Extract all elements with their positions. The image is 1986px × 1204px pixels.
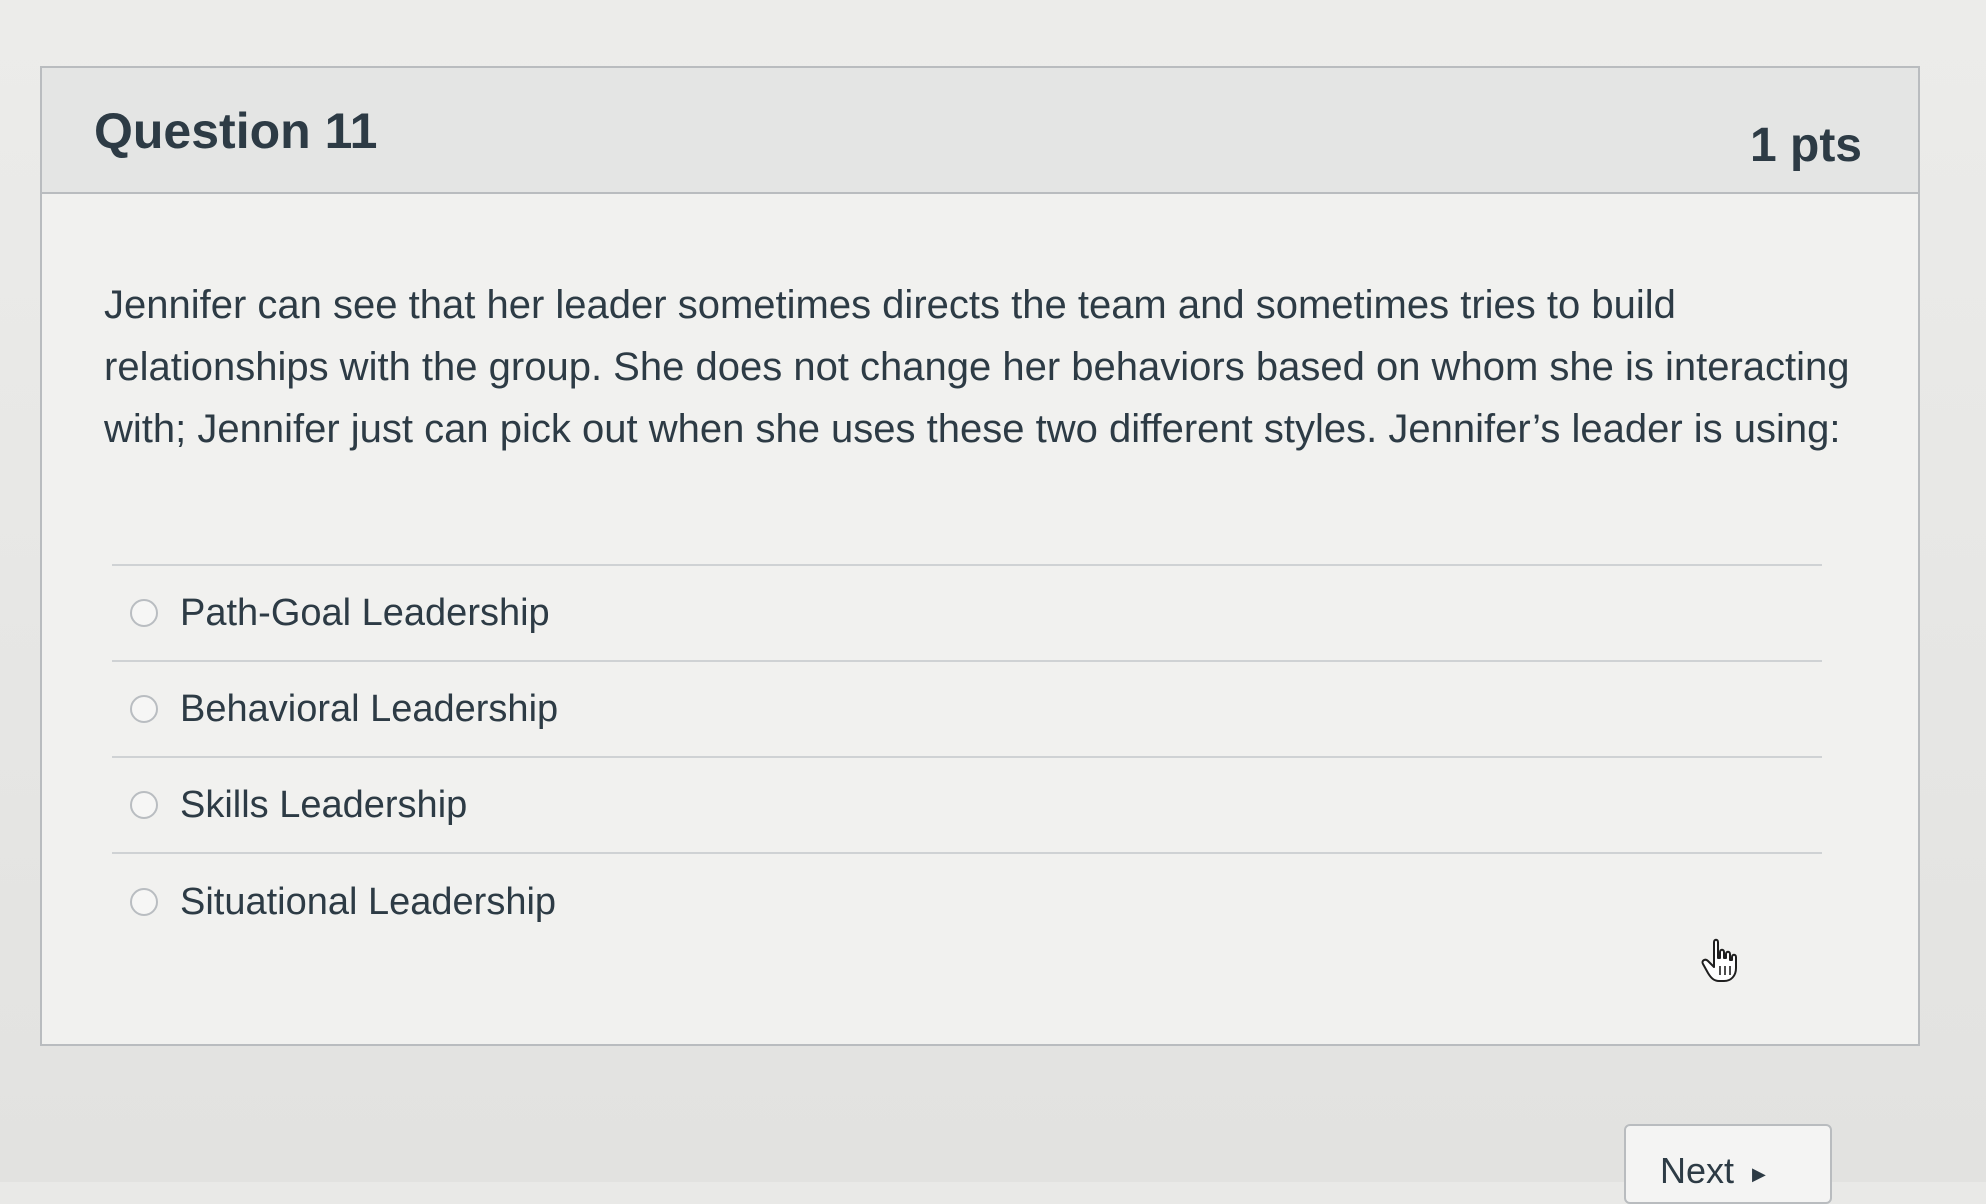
question-card: Question 11 1 pts Jennifer can see that … xyxy=(40,66,1920,1046)
question-header: Question 11 1 pts xyxy=(42,68,1918,194)
hand-pointer-icon xyxy=(1701,938,1737,982)
question-title: Question 11 xyxy=(94,103,378,159)
radio-button[interactable] xyxy=(130,599,158,627)
question-points: 1 pts xyxy=(1749,119,1862,172)
radio-button[interactable] xyxy=(130,888,158,916)
radio-button[interactable] xyxy=(130,791,158,819)
answer-option-path-goal[interactable]: Path-Goal Leadership xyxy=(112,566,1822,662)
next-button[interactable]: Next ▶ xyxy=(1624,1124,1832,1204)
answer-label: Path-Goal Leadership xyxy=(180,591,550,634)
answer-label: Behavioral Leadership xyxy=(180,687,559,730)
answer-option-behavioral[interactable]: Behavioral Leadership xyxy=(112,662,1822,758)
answer-label: Skills Leadership xyxy=(180,783,468,826)
next-button-label: Next xyxy=(1660,1150,1735,1191)
question-text: Jennifer can see that her leader sometim… xyxy=(104,283,1850,451)
answer-list: Path-Goal Leadership Behavioral Leadersh… xyxy=(112,564,1822,950)
answer-option-situational[interactable]: Situational Leadership xyxy=(112,854,1822,950)
quiz-page: Question 11 1 pts Jennifer can see that … xyxy=(0,0,1986,1204)
radio-button[interactable] xyxy=(130,695,158,723)
answer-label: Situational Leadership xyxy=(180,880,557,923)
answer-option-skills[interactable]: Skills Leadership xyxy=(112,758,1822,854)
